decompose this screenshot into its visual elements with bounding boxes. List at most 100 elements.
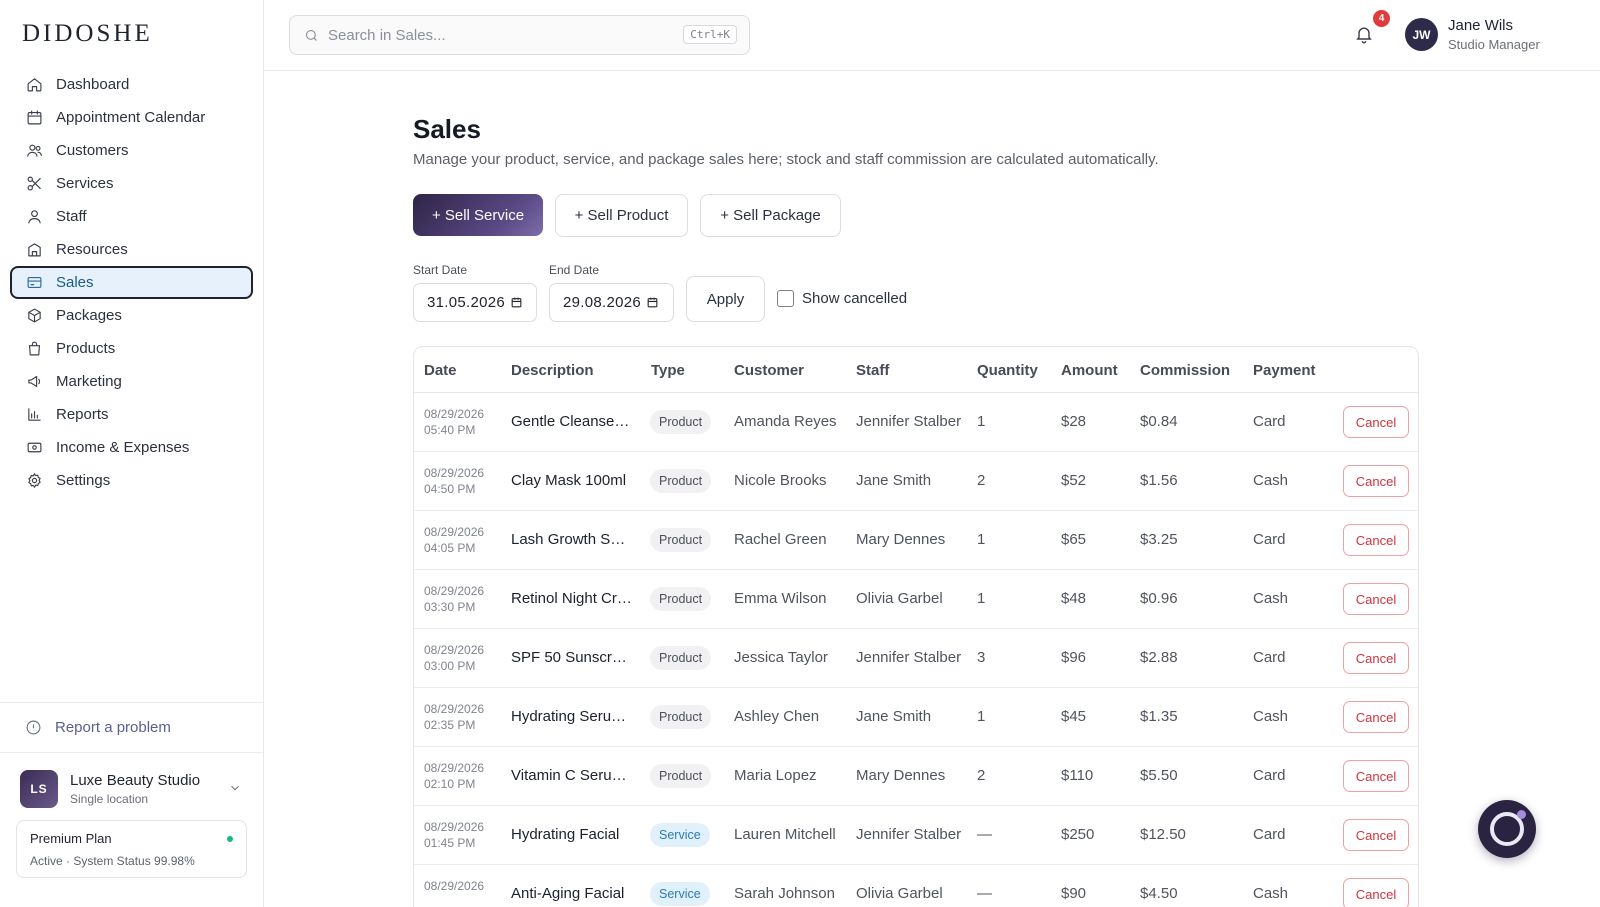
sidebar-item-resources[interactable]: Resources bbox=[10, 233, 253, 266]
cancel-sale-button[interactable]: Cancel bbox=[1343, 583, 1409, 615]
col-type[interactable]: Type bbox=[651, 362, 685, 379]
row-commission: $1.35 bbox=[1140, 708, 1178, 725]
bell-icon bbox=[1356, 27, 1372, 44]
col-amount[interactable]: Amount bbox=[1061, 362, 1118, 379]
sidebar-item-sales[interactable]: Sales bbox=[10, 266, 253, 299]
row-quantity: 1 bbox=[977, 708, 986, 725]
sidebar-item-customers[interactable]: Customers bbox=[10, 134, 253, 167]
row-quantity: 2 bbox=[977, 472, 986, 489]
start-date-value: 31.05.2026 bbox=[427, 294, 506, 311]
row-amount: $45 bbox=[1061, 708, 1087, 725]
sidebar-item-label: Staff bbox=[56, 208, 87, 225]
calendar-icon bbox=[647, 297, 658, 308]
sidebar-item-appointment-calendar[interactable]: Appointment Calendar bbox=[10, 101, 253, 134]
row-commission: $5.50 bbox=[1140, 767, 1178, 784]
sidebar-item-marketing[interactable]: Marketing bbox=[10, 365, 253, 398]
row-date: 08/29/2026 bbox=[424, 643, 485, 657]
cancel-sale-button[interactable]: Cancel bbox=[1343, 465, 1409, 497]
status-dot bbox=[227, 836, 233, 842]
search-shortcut: Ctrl+K bbox=[683, 25, 737, 44]
col-date[interactable]: Date bbox=[424, 362, 457, 379]
col-quantity[interactable]: Quantity bbox=[977, 362, 1038, 379]
row-time: 03:00 PM bbox=[424, 659, 476, 673]
sidebar-item-products[interactable]: Products bbox=[10, 332, 253, 365]
search-box[interactable]: Ctrl+K bbox=[289, 15, 750, 55]
row-commission: $0.84 bbox=[1140, 413, 1178, 430]
sell-product-button[interactable]: + Sell Product bbox=[555, 194, 688, 237]
credit-card-icon bbox=[25, 274, 43, 292]
show-cancelled-checkbox[interactable] bbox=[777, 290, 794, 307]
alert-circle-icon bbox=[26, 720, 41, 735]
table-row: 08/29/2026 05:40 PM Gentle Cleanse… Produ… bbox=[414, 393, 1418, 452]
brand-logo[interactable]: DIDOSHE bbox=[22, 20, 153, 48]
row-quantity: — bbox=[977, 885, 992, 902]
cancel-sale-button[interactable]: Cancel bbox=[1343, 819, 1409, 851]
user-menu[interactable]: JW Jane Wils Studio Manager bbox=[1405, 17, 1540, 52]
row-time: 04:05 PM bbox=[424, 541, 476, 555]
row-description: Vitamin C Seru… bbox=[511, 767, 627, 784]
sidebar-item-staff[interactable]: Staff bbox=[10, 200, 253, 233]
end-date-input[interactable]: 29.08.2026 bbox=[549, 283, 674, 322]
row-time: 05:40 PM bbox=[424, 423, 476, 437]
row-staff: Olivia Garbel bbox=[856, 885, 943, 902]
cancel-sale-button[interactable]: Cancel bbox=[1343, 406, 1409, 438]
assistant-button[interactable] bbox=[1478, 800, 1536, 858]
row-datetime: 08/29/2026 02:10 PM bbox=[424, 760, 484, 792]
sidebar-item-services[interactable]: Services bbox=[10, 167, 253, 200]
search-icon bbox=[305, 29, 317, 41]
row-date: 08/29/2026 bbox=[424, 761, 485, 775]
cash-icon bbox=[25, 439, 43, 457]
sales-table: Date Description Type Customer Staff Qua… bbox=[413, 346, 1419, 907]
row-amount: $110 bbox=[1061, 767, 1094, 784]
row-quantity: — bbox=[977, 826, 992, 843]
sidebar-item-reports[interactable]: Reports bbox=[10, 398, 253, 431]
row-payment: Card bbox=[1253, 649, 1286, 666]
row-datetime: 08/29/2026 04:50 PM bbox=[424, 465, 484, 497]
apply-button[interactable]: Apply bbox=[686, 276, 765, 322]
cancel-sale-button[interactable]: Cancel bbox=[1343, 642, 1409, 674]
col-customer[interactable]: Customer bbox=[734, 362, 804, 379]
plan-card: Premium Plan Active · System Status 99.9… bbox=[16, 820, 247, 878]
sidebar-item-settings[interactable]: Settings bbox=[10, 464, 253, 497]
row-commission: $2.88 bbox=[1140, 649, 1178, 666]
studio-switcher[interactable]: LS Luxe Beauty Studio Single location bbox=[20, 769, 250, 809]
notification-badge: 4 bbox=[1373, 10, 1390, 27]
calendar-icon bbox=[25, 109, 43, 127]
sell-service-button[interactable]: + Sell Service bbox=[413, 194, 543, 236]
row-customer: Sarah Johnson bbox=[734, 885, 835, 902]
search-input[interactable] bbox=[328, 26, 658, 44]
sell-package-button[interactable]: + Sell Package bbox=[700, 194, 841, 237]
col-commission[interactable]: Commission bbox=[1140, 362, 1230, 379]
topbar: Ctrl+K 4 JW Jane Wils Studio Manager bbox=[264, 0, 1600, 71]
row-date: 08/29/2026 bbox=[424, 525, 485, 539]
cancel-sale-button[interactable]: Cancel bbox=[1343, 878, 1409, 907]
type-badge: Service bbox=[650, 882, 710, 906]
row-staff: Jennifer Stalber bbox=[856, 413, 962, 430]
row-quantity: 1 bbox=[977, 531, 986, 548]
row-quantity: 2 bbox=[977, 767, 986, 784]
report-problem-link[interactable]: Report a problem bbox=[0, 702, 263, 753]
cancel-sale-button[interactable]: Cancel bbox=[1343, 524, 1409, 556]
col-staff[interactable]: Staff bbox=[856, 362, 889, 379]
cancel-sale-button[interactable]: Cancel bbox=[1343, 760, 1409, 792]
sidebar-item-label: Income & Expenses bbox=[56, 439, 190, 456]
row-time: 04:50 PM bbox=[424, 482, 476, 496]
row-customer: Rachel Green bbox=[734, 531, 827, 548]
show-cancelled-label[interactable]: Show cancelled bbox=[802, 290, 907, 307]
calendar-icon bbox=[511, 297, 522, 308]
row-payment: Cash bbox=[1253, 472, 1289, 489]
studio-avatar: LS bbox=[20, 770, 58, 808]
sidebar-item-income-expenses[interactable]: Income & Expenses bbox=[10, 431, 253, 464]
home-icon bbox=[25, 76, 43, 94]
col-description[interactable]: Description bbox=[511, 362, 594, 379]
col-payment[interactable]: Payment bbox=[1253, 362, 1316, 379]
gear-icon bbox=[25, 472, 43, 490]
start-date-input[interactable]: 31.05.2026 bbox=[413, 283, 537, 322]
assistant-icon bbox=[1490, 810, 1526, 846]
sidebar-item-dashboard[interactable]: Dashboard bbox=[10, 68, 253, 101]
sidebar-item-label: Products bbox=[56, 340, 116, 357]
notifications-button[interactable] bbox=[1354, 24, 1376, 46]
sidebar-item-packages[interactable]: Packages bbox=[10, 299, 253, 332]
cancel-sale-button[interactable]: Cancel bbox=[1343, 701, 1409, 733]
report-problem-label: Report a problem bbox=[55, 719, 171, 736]
